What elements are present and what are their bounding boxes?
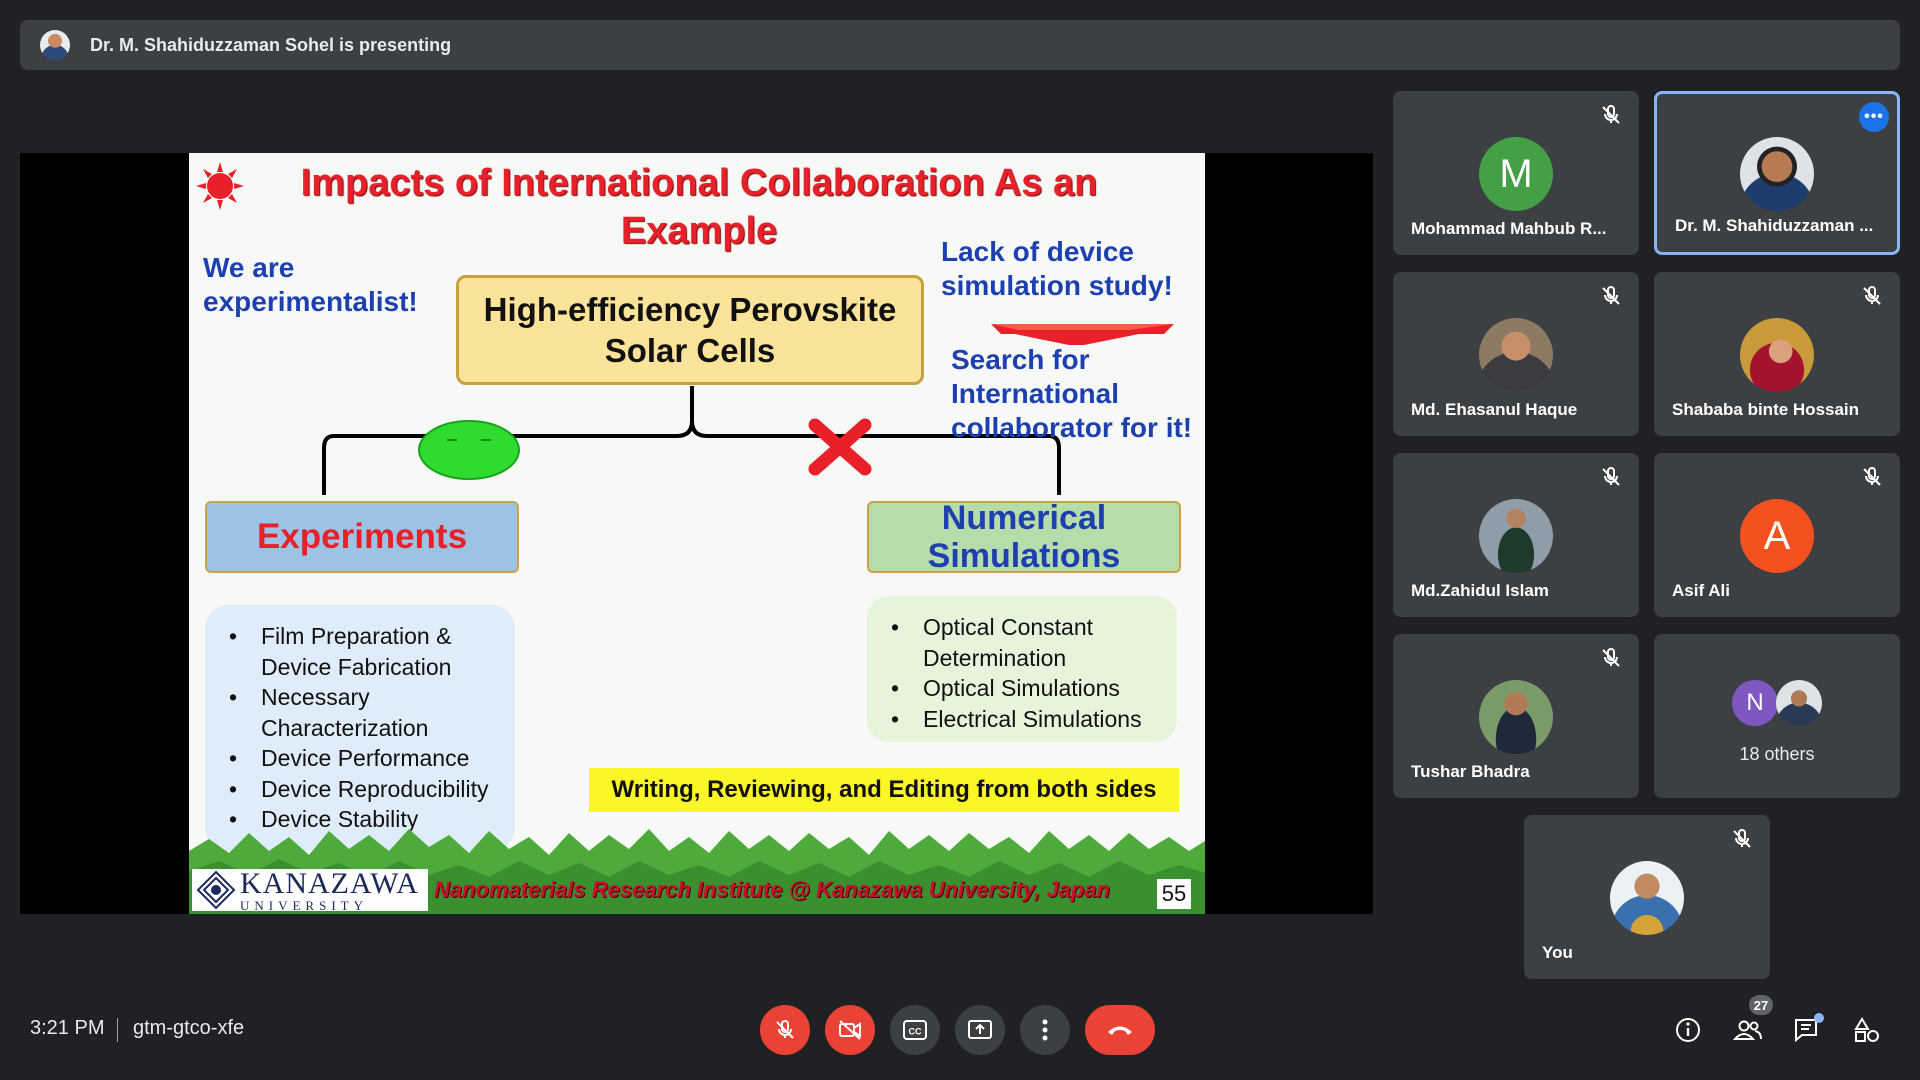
search-note: Search for International collaborator fo…: [951, 344, 1193, 443]
presenting-text: Dr. M. Shahiduzzaman Sohel is presenting: [90, 34, 452, 55]
list-item: Necessary Characterization: [229, 682, 515, 743]
present-button[interactable]: [955, 1005, 1005, 1055]
experiments-box: Experiments: [205, 501, 519, 573]
avatar: [1776, 680, 1822, 726]
info-icon: [1676, 1018, 1700, 1042]
experimentalist-note: We are experimentalist!: [203, 252, 418, 317]
list-item: Electrical Simulations: [891, 704, 1177, 735]
hang-up-icon: [1108, 1026, 1132, 1035]
clock: 3:21 PM: [30, 1017, 105, 1039]
participant-name: Shababa binte Hossain: [1672, 400, 1860, 419]
participant-name: Tushar Bhadra: [1411, 762, 1530, 781]
list-item: Film Preparation & Device Fabrication: [229, 621, 515, 682]
participant-tile[interactable]: A Asif Ali: [1654, 453, 1900, 617]
mic-off-icon: [1602, 466, 1620, 486]
center-box: High-efficiency Perovskite Solar Cells: [456, 275, 924, 385]
avatar: [1740, 318, 1814, 392]
closed-captions-icon: CC: [903, 1020, 927, 1040]
sun-icon: [196, 162, 244, 210]
svg-text:CC: CC: [909, 1027, 922, 1037]
participant-name: Dr. M. Shahiduzzaman ...: [1675, 216, 1874, 235]
green-smiley-icon: [418, 420, 520, 480]
kanazawa-logo: KANAZAWA UNIVERSITY: [192, 866, 428, 913]
red-x-icon: [808, 418, 872, 476]
avatar: [1479, 680, 1553, 754]
mic-off-icon: [1602, 647, 1620, 667]
mic-toggle-button[interactable]: [760, 1005, 810, 1055]
avatar: A: [1740, 499, 1814, 573]
list-item: Device Performance: [229, 743, 515, 774]
writing-note: Writing, Reviewing, and Editing from bot…: [589, 768, 1179, 812]
mic-off-icon: [1863, 285, 1881, 305]
participant-tile[interactable]: Md. Ehasanul Haque: [1393, 272, 1639, 436]
participant-name: Md. Ehasanul Haque: [1411, 400, 1578, 419]
self-tile[interactable]: You: [1524, 815, 1770, 979]
leave-call-button[interactable]: [1085, 1005, 1155, 1055]
avatar: [1479, 318, 1553, 392]
participant-tile-active[interactable]: ••• Dr. M. Shahiduzzaman ...: [1654, 91, 1900, 255]
mic-off-icon: [776, 1019, 794, 1039]
mic-off-icon: [1602, 104, 1620, 124]
presentation-slide: Impacts of International Collaboration A…: [189, 153, 1205, 914]
logo-main-text: KANAZAWA: [240, 866, 419, 900]
people-button[interactable]: [1731, 1013, 1765, 1047]
meeting-code: gtm-gtco-xfe: [133, 1017, 245, 1039]
participant-tile[interactable]: Tushar Bhadra: [1393, 634, 1639, 798]
avatar: [1479, 499, 1553, 573]
people-icon: [1733, 1020, 1762, 1040]
participant-name: Md.Zahidul Islam: [1411, 581, 1549, 600]
participant-name: You: [1542, 943, 1573, 962]
slide-page-number: 55: [1157, 879, 1191, 909]
avatar: [1610, 861, 1684, 935]
present-screen-icon: [968, 1020, 992, 1039]
avatar: N: [1732, 680, 1778, 726]
presentation-stage[interactable]: Impacts of International Collaboration A…: [20, 153, 1373, 914]
list-item: Optical Constant Determination: [891, 612, 1177, 673]
others-count-label: 18 others: [1739, 744, 1815, 764]
university-emblem-icon: [196, 870, 236, 910]
more-vert-icon: [1042, 1019, 1048, 1041]
participant-name: Mohammad Mahbub R...: [1411, 219, 1607, 238]
avatar: [1740, 137, 1814, 211]
list-item: Optical Simulations: [891, 673, 1177, 704]
mic-off-icon: [1863, 466, 1881, 486]
numerical-box: Numerical Simulations: [867, 499, 1181, 575]
camera-off-icon: [839, 1020, 861, 1040]
lack-note: Lack of device simulation study!: [941, 236, 1173, 301]
camera-toggle-button[interactable]: [825, 1005, 875, 1055]
captions-button[interactable]: CC: [890, 1005, 940, 1055]
experiments-list: Film Preparation & Device Fabrication Ne…: [205, 605, 515, 851]
meeting-details-button[interactable]: [1671, 1013, 1705, 1047]
mic-off-icon: [1733, 828, 1751, 848]
activities-button[interactable]: [1850, 1013, 1884, 1047]
participant-tile[interactable]: Shababa binte Hossain: [1654, 272, 1900, 436]
more-options-icon[interactable]: •••: [1859, 102, 1889, 132]
activities-icon: [1854, 1017, 1879, 1042]
slide-footer: Nanomaterials Research Institute @ Kanaz…: [434, 877, 1110, 902]
participant-name: Asif Ali: [1672, 581, 1730, 600]
more-options-button[interactable]: [1020, 1005, 1070, 1055]
list-item: Device Reproducibility: [229, 774, 515, 805]
presenting-banner: Dr. M. Shahiduzzaman Sohel is presenting: [20, 20, 1900, 70]
avatar: M: [1479, 137, 1553, 211]
chat-notification-dot: [1814, 1013, 1824, 1023]
others-tile[interactable]: N 18 others: [1654, 634, 1900, 798]
mic-off-icon: [1602, 285, 1620, 305]
numerical-list: Optical Constant Determination Optical S…: [867, 596, 1177, 742]
participant-tile[interactable]: Md.Zahidul Islam: [1393, 453, 1639, 617]
presenter-avatar: [40, 30, 70, 60]
people-count-badge: 27: [1749, 995, 1773, 1015]
participant-tile[interactable]: M Mohammad Mahbub R...: [1393, 91, 1639, 255]
logo-sub-text: UNIVERSITY: [240, 897, 368, 913]
divider: [117, 1018, 118, 1042]
